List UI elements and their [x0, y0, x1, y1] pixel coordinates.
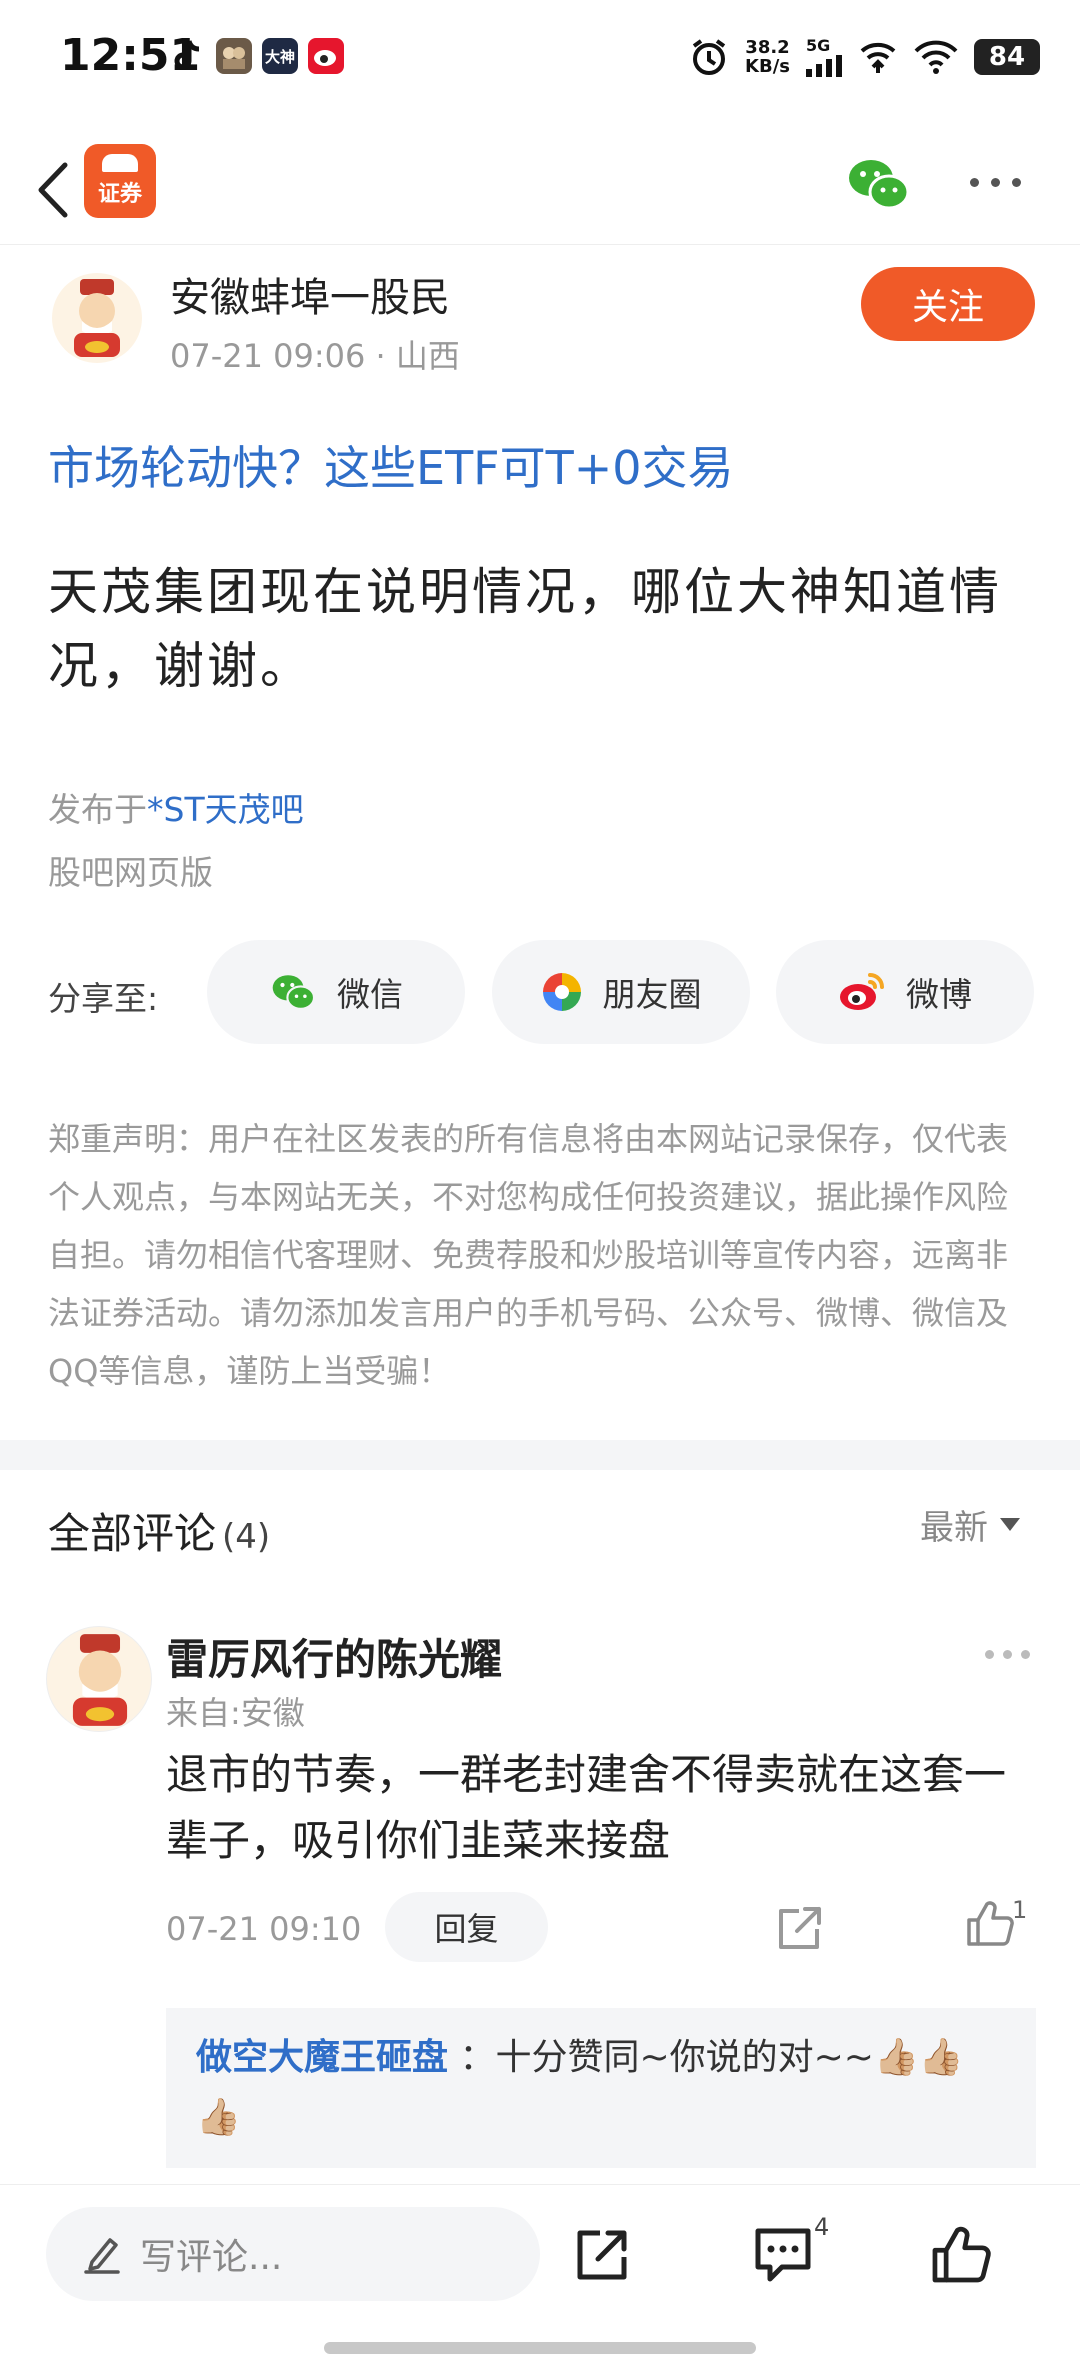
- pencil-icon: [84, 2238, 120, 2274]
- commenter-avatar[interactable]: [46, 1626, 152, 1732]
- status-app-icons: 大神: [170, 38, 344, 74]
- comments-count: (4): [222, 1517, 271, 1557]
- game-app-icon: [216, 38, 252, 74]
- post-author: 安徽蚌埠一股民 07-21 09:06 · 山西 关注: [0, 255, 1080, 385]
- post-body: 天茂集团现在说明情况，哪位大神知道情况，谢谢。: [48, 563, 1002, 695]
- comment-like-button[interactable]: [965, 1898, 1015, 1948]
- wechat-share-button[interactable]: [845, 154, 911, 214]
- post-source: 股吧网页版: [48, 853, 213, 892]
- more-dot: [970, 177, 979, 187]
- share-weibo-button[interactable]: 微博: [776, 940, 1034, 1044]
- back-button[interactable]: [22, 150, 82, 230]
- commenter-name[interactable]: 雷厉风行的陈光耀: [166, 1626, 502, 1687]
- wifi-icon: [914, 40, 958, 74]
- commenter-location: 来自:安徽: [166, 1694, 305, 1732]
- share-label: 分享至:: [48, 979, 159, 1018]
- comments-header: 全部评论 (4) 最新: [0, 1470, 1080, 1580]
- thumbs-up-icon: [932, 2226, 991, 2283]
- app-logo: 证券: [84, 144, 156, 218]
- status-bar: 12:51 大神 38.2 KB/s 5G 84: [0, 0, 1080, 120]
- author-avatar[interactable]: [52, 273, 142, 363]
- comment-item: 雷厉风行的陈光耀 来自:安徽 退市的节奏，一群老封建舍不得卖就在这套一辈子，吸引…: [0, 1620, 1080, 2180]
- caret-down-icon: [1000, 1518, 1020, 1531]
- comment-share-button[interactable]: [775, 1905, 825, 1951]
- bottom-action-bar: 写评论... 4: [0, 2184, 1080, 2324]
- top-nav-bar: 证券: [0, 130, 1080, 245]
- tiktok-icon: [170, 38, 206, 74]
- sub-reply[interactable]: 做空大魔王砸盘 ：十分赞同~你说的对~~👍🏼👍🏼👍🏼: [166, 2008, 1036, 2168]
- share-wechat-button[interactable]: 微信: [207, 940, 465, 1044]
- dashen-app-icon: 大神: [262, 38, 298, 74]
- bottom-like-button[interactable]: [930, 2223, 992, 2285]
- thumbs-up-icon: [967, 1901, 1014, 1946]
- posted-in: 发布于*ST天茂吧: [48, 790, 304, 829]
- share-icon: [577, 2230, 627, 2280]
- bottom-share-button[interactable]: [572, 2225, 632, 2285]
- network-speed: 38.2 KB/s: [745, 36, 790, 77]
- stock-bar-link[interactable]: *ST天茂吧: [147, 790, 304, 829]
- wechat-icon: [849, 160, 910, 210]
- more-dot: [985, 1650, 994, 1659]
- comment-icon: [755, 2228, 811, 2282]
- reply-button[interactable]: 回复: [385, 1892, 548, 1962]
- follow-button[interactable]: 关注: [861, 267, 1035, 341]
- wechat-icon: [272, 975, 316, 1010]
- home-indicator[interactable]: [324, 2342, 756, 2354]
- post-time-location: 07-21 09:06 · 山西: [170, 337, 460, 375]
- logo-emblem: [102, 154, 138, 172]
- section-divider: [0, 1440, 1080, 1470]
- battery-indicator: 84: [974, 38, 1040, 75]
- signal-bars-icon: [806, 55, 842, 77]
- alarm-icon: [692, 38, 726, 75]
- bottom-comment-count: 4: [814, 2213, 830, 2241]
- comment-time: 07-21 09:10: [166, 1910, 362, 1948]
- cellular-signal: 5G: [806, 36, 842, 77]
- bottom-comment-button[interactable]: [752, 2225, 814, 2285]
- comments-title: 全部评论 (4): [48, 1509, 271, 1558]
- weibo-icon: [840, 973, 884, 1010]
- status-indicators: 38.2 KB/s 5G 84: [689, 36, 1040, 77]
- more-dot: [1021, 1650, 1030, 1659]
- comment-more-button[interactable]: [985, 1650, 1030, 1659]
- more-dot: [1012, 177, 1021, 187]
- promo-link[interactable]: 市场轮动快？这些ETF可T+0交易: [48, 432, 734, 498]
- sub-reply-author[interactable]: 做空大魔王砸盘: [196, 2037, 448, 2078]
- more-button[interactable]: [970, 172, 1032, 192]
- sort-dropdown[interactable]: 最新: [920, 1500, 1020, 1549]
- share-icon: [779, 1907, 821, 1949]
- share-moments-button[interactable]: 朋友圈: [492, 940, 750, 1044]
- comment-text: 退市的节奏，一群老封建舍不得卖就在这套一辈子，吸引你们韭菜来接盘: [166, 1750, 1007, 1865]
- moments-icon: [542, 973, 581, 1011]
- back-arrow-icon: [38, 162, 68, 218]
- signal-arrow-icon: [860, 42, 896, 73]
- more-dot: [991, 177, 1000, 187]
- more-dot: [1003, 1650, 1012, 1659]
- comment-input[interactable]: 写评论...: [46, 2207, 540, 2301]
- share-row: 分享至: 微信 朋友圈 微博: [0, 940, 1080, 1046]
- comment-like-count: 1: [1012, 1896, 1028, 1924]
- author-name[interactable]: 安徽蚌埠一股民: [170, 265, 450, 323]
- weibo-app-icon: [308, 38, 344, 74]
- disclaimer-text: 郑重声明：用户在社区发表的所有信息将由本网站记录保存，仅代表个人观点，与本网站无…: [48, 1120, 1009, 1390]
